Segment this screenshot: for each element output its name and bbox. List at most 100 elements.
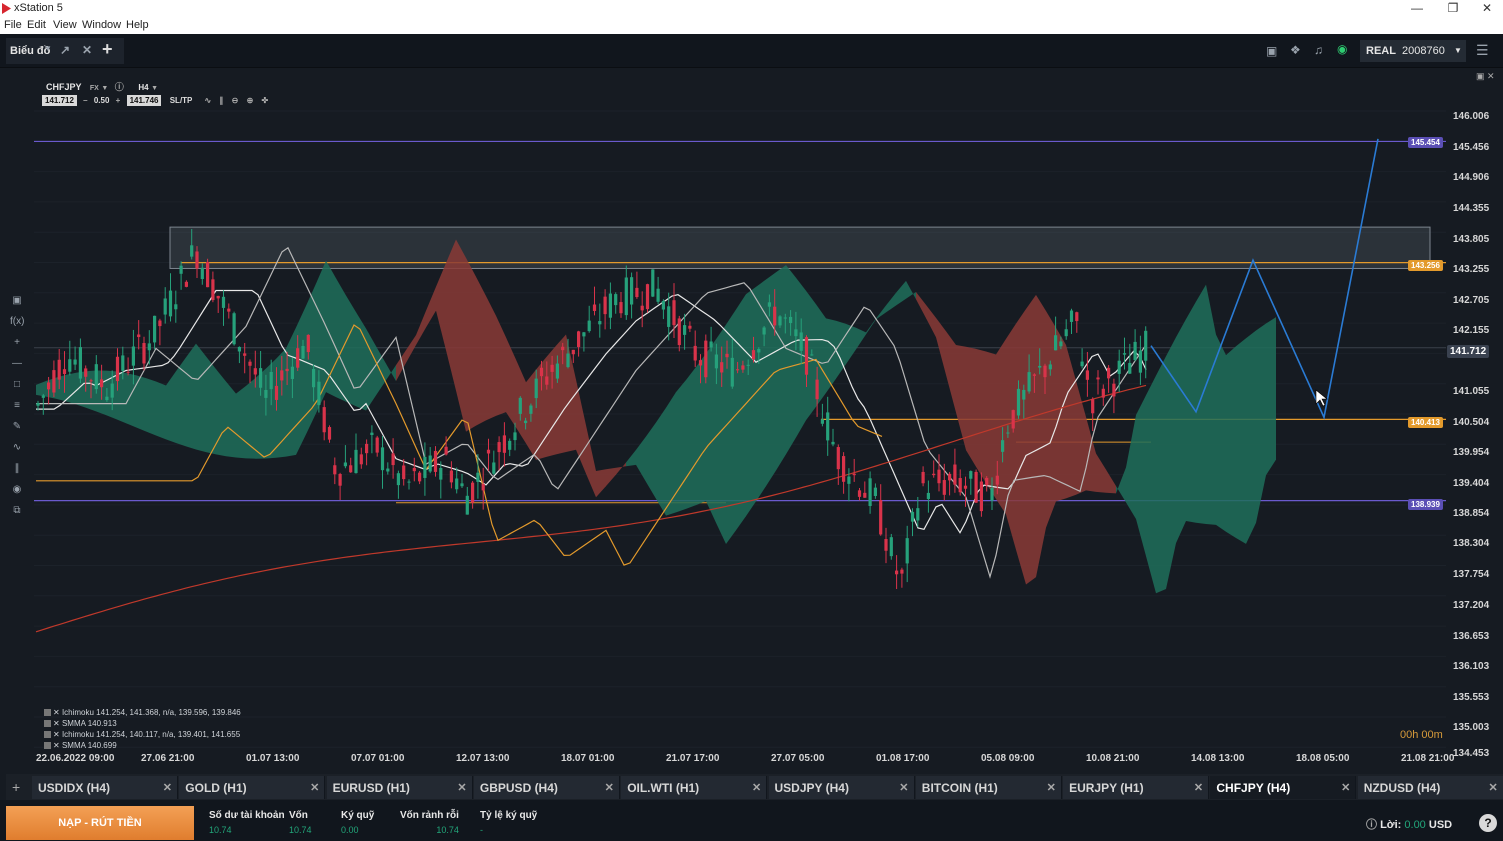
share-tool-icon[interactable]: ⧉ <box>10 500 24 521</box>
symbol-tab[interactable]: USDJPY (H4) ✕ <box>768 776 915 799</box>
tag-top-line: 145.454 <box>1408 137 1443 148</box>
chart-tab[interactable]: Biểu đồ ▼ ↗ ✕ + <box>6 38 124 64</box>
candle-body <box>497 442 501 453</box>
symbol-tab-label: NZDUSD (H4) <box>1363 781 1441 795</box>
sell-price-button[interactable]: 141.712 <box>42 95 77 106</box>
deposit-withdraw-button[interactable]: NẠP - RÚT TIỀN <box>6 806 194 840</box>
candle-body <box>1043 365 1047 378</box>
symbol-tab[interactable]: USDIDX (H4) ✕ <box>32 776 178 799</box>
popout-icon[interactable]: ↗ <box>60 43 70 57</box>
indicator-legend-2[interactable]: ✕ SMMA 140.913 <box>44 719 117 728</box>
price-chart[interactable] <box>6 68 1503 772</box>
broadcast-icon[interactable]: ❖ <box>1290 43 1301 57</box>
symbol-tab[interactable]: NZDUSD (H4) ✕ <box>1357 776 1503 799</box>
cursor-tool-icon[interactable]: ▣ <box>10 290 24 311</box>
layers-tool-icon[interactable]: ◉ <box>10 479 24 500</box>
tab-close-icon[interactable]: ✕ <box>899 781 908 794</box>
minus-icon[interactable]: – <box>83 96 87 105</box>
candle-body <box>502 435 506 453</box>
ichimoku-cloud-segment <box>296 305 306 455</box>
crosshair-tool-icon[interactable]: + <box>10 332 24 353</box>
pen-tool-icon[interactable]: ✎ <box>10 416 24 437</box>
zoom-out-icon[interactable]: ⊖ <box>232 96 239 105</box>
rectangle-tool-icon[interactable]: □ <box>10 374 24 395</box>
menu-window[interactable]: Window <box>82 19 121 31</box>
indicator-legend-3[interactable]: ✕ Ichimoku 141.254, 140.117, n/a, 139.40… <box>44 730 240 739</box>
menu-edit[interactable]: Edit <box>27 19 46 31</box>
candle-body <box>349 465 353 473</box>
symbol-tab[interactable]: GOLD (H1) ✕ <box>179 776 326 799</box>
help-icon[interactable]: ? <box>1479 814 1497 832</box>
close-icon[interactable]: ✕ <box>1470 0 1503 18</box>
crosshair-icon[interactable]: ✜ <box>262 96 269 105</box>
candle-body <box>492 462 496 474</box>
tab-close-icon[interactable]: ✕ <box>1047 781 1056 794</box>
candle-body <box>598 321 602 325</box>
candle-body <box>656 288 660 302</box>
function-tool-icon[interactable]: f(x) <box>10 311 24 332</box>
symbol-name[interactable]: CHFJPY <box>46 82 81 92</box>
symbol-tab[interactable]: EURUSD (H1) ✕ <box>326 776 473 799</box>
menu-view[interactable]: View <box>53 19 77 31</box>
plus-icon[interactable]: + <box>116 96 121 105</box>
indicator-legend-1[interactable]: ✕ Ichimoku 141.254, 141.368, n/a, 139.59… <box>44 708 241 717</box>
candle-body <box>561 346 565 351</box>
candle-body <box>402 465 406 480</box>
ichimoku-cloud-segment <box>216 369 226 457</box>
indicator-tool-icon[interactable]: ∥ <box>10 458 24 479</box>
menu-file[interactable]: File <box>4 19 22 31</box>
tab-close-icon[interactable]: ✕ <box>1488 781 1497 794</box>
tab-close-icon[interactable]: ✕ <box>310 781 319 794</box>
candle-body <box>863 492 867 498</box>
layout-icon[interactable]: ▣ <box>1266 44 1277 58</box>
fibonacci-tool-icon[interactable]: ≡ <box>10 395 24 416</box>
indicator-legend-4[interactable]: ✕ SMMA 140.699 <box>44 741 117 750</box>
account-selector[interactable]: REAL 2008760 ▼ <box>1360 40 1466 62</box>
symbol-tab[interactable]: EURJPY (H1) ✕ <box>1063 776 1210 799</box>
ichimoku-cloud-segment <box>156 381 166 440</box>
buy-price-button[interactable]: 141.746 <box>126 95 162 106</box>
ichimoku-cloud-segment <box>646 422 656 499</box>
line-tool-icon[interactable]: — <box>10 353 24 374</box>
chart-area[interactable]: CHFJPY FX ▼ ⓘ H4 ▼ 141.712 – 0.50 + 141.… <box>6 68 1503 772</box>
wave-tool-icon[interactable]: ∿ <box>10 437 24 458</box>
tab-close-icon[interactable]: ✕ <box>752 781 761 794</box>
add-tab-icon[interactable]: + <box>12 779 20 795</box>
candle-body <box>375 437 379 453</box>
timeframe-selector[interactable]: H4 <box>138 83 148 92</box>
candle-body <box>486 449 491 454</box>
symbol-tab[interactable]: CHFJPY (H4) ✕ <box>1210 776 1357 799</box>
chart-close-icon[interactable]: ✕ <box>1487 71 1495 82</box>
line-chart-icon[interactable]: ∿ <box>204 96 211 105</box>
tab-close-icon[interactable]: ✕ <box>605 781 614 794</box>
timeframe-chevron-icon[interactable]: ▼ <box>151 85 158 92</box>
info-icon[interactable]: ⓘ <box>115 82 124 92</box>
chevron-down-icon[interactable]: ▼ <box>44 44 52 53</box>
tab-close-icon[interactable]: ✕ <box>457 781 466 794</box>
volume-input[interactable]: 0.50 <box>94 96 110 105</box>
hamburger-menu-icon[interactable]: ☰ <box>1476 42 1489 59</box>
tab-close-icon[interactable]: ✕ <box>163 781 172 794</box>
bell-icon[interactable]: ♫ <box>1314 43 1323 57</box>
minimize-icon[interactable]: — <box>1400 0 1434 18</box>
candle-body <box>889 537 893 557</box>
candle-body <box>1122 353 1127 355</box>
tab-close-icon[interactable]: ✕ <box>1194 781 1203 794</box>
ichimoku-cloud-segment <box>286 327 296 457</box>
add-chart-icon[interactable]: + <box>102 39 113 60</box>
candle-icon[interactable]: ∥ <box>219 96 223 105</box>
sltp-button[interactable]: SL/TP <box>170 96 193 105</box>
time-axis-label: 10.08 21:00 <box>1086 753 1140 764</box>
ichimoku-cloud-segment <box>906 280 916 300</box>
symbol-tab[interactable]: BITCOIN (H1) ✕ <box>915 776 1062 799</box>
zoom-in-icon[interactable]: ⊕ <box>247 96 254 105</box>
chart-maximize-icon[interactable]: ▣ <box>1476 71 1485 82</box>
symbol-tab[interactable]: OIL.WTI (H1) ✕ <box>621 776 768 799</box>
menu-help[interactable]: Help <box>126 19 149 31</box>
symbol-chevron-icon[interactable]: ▼ <box>101 85 108 92</box>
symbol-tab[interactable]: GBPUSD (H4) ✕ <box>473 776 620 799</box>
close-tab-icon[interactable]: ✕ <box>82 43 92 57</box>
restore-icon[interactable]: ❐ <box>1436 0 1470 18</box>
price-axis-label: 136.653 <box>1453 631 1490 642</box>
tab-close-icon[interactable]: ✕ <box>1341 781 1350 794</box>
